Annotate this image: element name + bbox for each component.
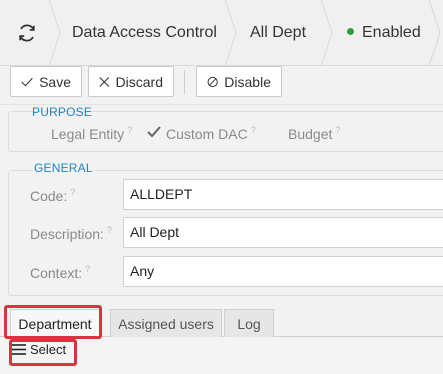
check-icon — [21, 77, 33, 87]
highlight-box — [9, 339, 77, 366]
refresh-icon[interactable] — [14, 20, 40, 46]
help-icon[interactable]: ? — [335, 125, 340, 135]
check-icon — [147, 125, 161, 143]
context-field[interactable]: Any — [123, 256, 443, 287]
context-label: Context:? — [30, 264, 91, 281]
help-icon[interactable]: ? — [107, 225, 112, 235]
purpose-label: Budget — [288, 126, 333, 142]
purpose-title: PURPOSE — [32, 105, 93, 119]
description-field[interactable]: All Dept — [123, 217, 443, 248]
help-icon[interactable]: ? — [251, 125, 256, 135]
code-field[interactable]: ALLDEPT — [123, 179, 443, 210]
highlight-box — [4, 305, 102, 339]
description-label: Description:? — [30, 225, 112, 242]
toolbar-divider — [184, 70, 185, 94]
code-label: Code:? — [30, 187, 76, 204]
purpose-label: Custom DAC — [166, 126, 248, 142]
breadcrumb-separator — [320, 0, 333, 66]
breadcrumb-separator — [48, 0, 61, 66]
breadcrumb-item-data-access-control[interactable]: Data Access Control — [72, 0, 217, 66]
breadcrumb-item-all-dept[interactable]: All Dept — [250, 0, 306, 66]
help-icon[interactable]: ? — [85, 264, 90, 274]
close-icon — [99, 76, 110, 87]
purpose-legal-entity[interactable]: Legal Entity? — [51, 125, 132, 142]
disable-button[interactable]: Disable — [196, 66, 282, 97]
disable-label: Disable — [224, 73, 271, 90]
purpose-custom-dac[interactable]: Custom DAC? — [166, 125, 256, 142]
purpose-budget[interactable]: Budget? — [288, 125, 340, 142]
help-icon[interactable]: ? — [127, 125, 132, 135]
save-label: Save — [39, 73, 71, 90]
discard-button[interactable]: Discard — [88, 66, 174, 97]
discard-label: Discard — [115, 73, 163, 90]
tab-assigned-users[interactable]: Assigned users — [110, 309, 222, 337]
status-badge: Enabled — [347, 0, 421, 66]
status-text: Enabled — [362, 24, 421, 41]
purpose-label: Legal Entity — [51, 126, 125, 142]
breadcrumb-bar: Data Access Control All Dept Enabled — [0, 0, 443, 66]
general-title: GENERAL — [32, 161, 95, 175]
help-icon[interactable]: ? — [70, 187, 75, 197]
status-dot-icon — [347, 28, 354, 36]
disable-icon — [207, 76, 218, 87]
breadcrumb-separator — [224, 0, 237, 66]
tab-log[interactable]: Log — [224, 309, 274, 337]
save-button[interactable]: Save — [10, 66, 82, 97]
breadcrumb-separator — [428, 0, 441, 66]
